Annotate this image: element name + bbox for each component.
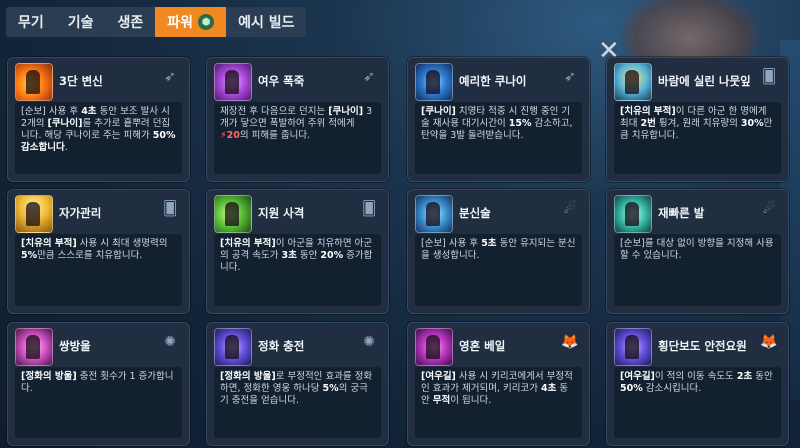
- power-description: [정화의 방울] 충전 횟수가 1 증가합니다.: [15, 367, 182, 438]
- clone-skill-icon: [415, 195, 453, 233]
- tab-power[interactable]: 파워 ⬢: [155, 7, 227, 37]
- kunai-icon: ➶: [564, 69, 576, 85]
- fox-icon: 🦊: [561, 334, 579, 350]
- twin-bells-skill-icon: [15, 328, 53, 366]
- power-title: 자가관리: [59, 206, 102, 220]
- tab-survival[interactable]: 생존: [106, 7, 156, 37]
- highlight-text: [정화의 방울]: [220, 371, 276, 382]
- dash-icon: ☄: [563, 201, 577, 217]
- highlight-text: 5%: [322, 383, 339, 394]
- highlight-text: [쿠나이]: [328, 106, 364, 117]
- crossing-guard-skill-icon: [614, 328, 652, 366]
- power-title: 3단 변신: [59, 74, 103, 88]
- power-description: [순보] 사용 후 4초 동안 보조 발사 시 2개의 [쿠나이]를 추가로 흩…: [15, 102, 182, 174]
- category-tabs: 무기 기술 생존 파워 ⬢ 예시 빌드: [6, 7, 307, 37]
- power-title: 바람에 실린 나뭇잎: [658, 74, 751, 88]
- power-description: [순보] 사용 후 5초 동안 유지되는 분신을 생성합니다.: [415, 234, 582, 306]
- power-title: 정화 충전: [258, 339, 305, 353]
- highlight-text: 3초: [281, 250, 297, 261]
- highlight-text: 2번: [640, 118, 656, 129]
- power-title: 분신술: [459, 206, 491, 220]
- tab-example-build[interactable]: 예시 빌드: [226, 7, 306, 37]
- cards-icon: 🂠: [162, 201, 178, 217]
- highlight-text: 5초: [481, 238, 497, 249]
- power-title: 쌍방울: [59, 339, 91, 353]
- power-tab-icon: ⬢: [198, 14, 215, 30]
- swirl-icon: ✺: [363, 334, 375, 350]
- highlight-text: 15%: [508, 118, 532, 129]
- highlight-text: 무적: [432, 395, 451, 406]
- power-description: [치유의 부적]이 다른 아군 한 명에게 최대 2번 튕겨, 원래 치유량의 …: [614, 102, 781, 174]
- highlight-text: 50% 감소합니다: [21, 130, 176, 153]
- cards-icon: 🂠: [761, 69, 777, 85]
- triple-transform-skill-icon: [15, 63, 53, 101]
- power-card[interactable]: 지원 사격 🂠 [치유의 부적]이 아군을 치유하면 아군의 공격 속도가 3초…: [206, 189, 389, 314]
- power-description: [치유의 부적]이 아군을 치유하면 아군의 공격 속도가 3초 동안 20% …: [214, 234, 381, 306]
- power-card[interactable]: 횡단보도 안전요원 🦊 [여우길]이 적의 이동 속도도 2초 동안 50% 감…: [606, 322, 789, 446]
- highlight-text: 30%: [740, 118, 764, 129]
- highlight-text: [여우길]: [620, 371, 655, 382]
- highlight-text: 4초: [81, 106, 97, 117]
- power-card[interactable]: 바람에 실린 나뭇잎 🂠 [치유의 부적]이 다른 아군 한 명에게 최대 2번…: [606, 57, 789, 182]
- highlight-text: [쿠나이]: [421, 106, 456, 117]
- power-card[interactable]: 분신술 ☄ [순보] 사용 후 5초 동안 유지되는 분신을 생성합니다.: [407, 189, 590, 314]
- power-description: [순보]를 대상 없이 방향을 지정해 사용할 수 있습니다.: [614, 234, 781, 306]
- power-description: [정화의 방울]로 부정적인 효과를 정화하면, 정화한 영웅 하나당 5%의 …: [214, 367, 381, 438]
- power-card[interactable]: 예리한 쿠나이 ➶ [쿠나이] 치명타 적중 시 진행 중인 기술 재사용 대기…: [407, 57, 590, 182]
- power-description: [여우길]이 적의 이동 속도도 2초 동안 50% 감소시킵니다.: [614, 367, 781, 438]
- fox-firecracker-skill-icon: [214, 63, 252, 101]
- power-description: 재장전 후 다음으로 던지는 [쿠나이] 3개가 닿으면 폭발하여 주위 적에게…: [214, 102, 381, 174]
- highlight-text: 20%: [320, 250, 344, 261]
- power-title: 재빠른 발: [658, 206, 705, 220]
- highlight-text: [정화의 방울]: [21, 371, 77, 382]
- power-title: 영혼 베일: [459, 339, 506, 353]
- power-card[interactable]: 쌍방울 ✺ [정화의 방울] 충전 횟수가 1 증가합니다.: [7, 322, 190, 446]
- kunai-icon: ➶: [363, 69, 375, 85]
- highlight-text: 50%: [620, 383, 643, 394]
- fox-icon: 🦊: [760, 334, 778, 350]
- kunai-icon: ➶: [164, 69, 176, 85]
- tab-ability[interactable]: 기술: [56, 7, 106, 37]
- highlight-text: [치유의 부적]: [21, 238, 77, 249]
- power-card[interactable]: 자가관리 🂠 [치유의 부적] 사용 시 최대 생명력의 5%만큼 스스로를 치…: [7, 189, 190, 314]
- power-card[interactable]: 재빠른 발 ☄ [순보]를 대상 없이 방향을 지정해 사용할 수 있습니다.: [606, 189, 789, 314]
- swift-feet-skill-icon: [614, 195, 652, 233]
- highlight-text: [치유의 부적]: [220, 238, 276, 249]
- dash-icon: ☄: [762, 201, 776, 217]
- damage-value: ⚡20: [220, 130, 240, 141]
- purify-charge-skill-icon: [214, 328, 252, 366]
- power-title: 횡단보도 안전요원: [658, 339, 747, 353]
- highlight-text: 5%: [21, 250, 38, 261]
- power-description: [여우길] 사용 시 키리코에게서 부정적인 효과가 제거되며, 키리코가 4초…: [415, 367, 582, 438]
- swirl-icon: ✺: [164, 334, 176, 350]
- power-title: 지원 사격: [258, 206, 305, 220]
- highlight-text: [치유의 부적]: [620, 106, 676, 117]
- power-description: [쿠나이] 치명타 적중 시 진행 중인 기술 재사용 대기시간이 15% 감소…: [415, 102, 582, 174]
- highlight-text: [쿠나이]: [47, 118, 83, 129]
- cards-icon: 🂠: [361, 201, 377, 217]
- power-description: [치유의 부적] 사용 시 최대 생명력의 5%만큼 스스로를 치유합니다.: [15, 234, 182, 306]
- power-card[interactable]: 여우 폭죽 ➶ 재장전 후 다음으로 던지는 [쿠나이] 3개가 닿으면 폭발하…: [206, 57, 389, 182]
- self-care-skill-icon: [15, 195, 53, 233]
- power-card[interactable]: 정화 충전 ✺ [정화의 방울]로 부정적인 효과를 정화하면, 정화한 영웅 …: [206, 322, 389, 446]
- highlight-text: 2초: [736, 371, 753, 382]
- support-fire-skill-icon: [214, 195, 252, 233]
- spirit-veil-skill-icon: [415, 328, 453, 366]
- highlight-text: [여우길]: [421, 371, 456, 382]
- wind-leaf-skill-icon: [614, 63, 652, 101]
- highlight-text: 4초: [540, 383, 557, 394]
- power-title: 여우 폭죽: [258, 74, 305, 88]
- tab-weapon[interactable]: 무기: [6, 7, 56, 37]
- sharp-kunai-skill-icon: [415, 63, 453, 101]
- power-title: 예리한 쿠나이: [459, 74, 527, 88]
- power-card[interactable]: 영혼 베일 🦊 [여우길] 사용 시 키리코에게서 부정적인 효과가 제거되며,…: [407, 322, 590, 446]
- power-card[interactable]: 3단 변신 ➶ [순보] 사용 후 4초 동안 보조 발사 시 2개의 [쿠나이…: [7, 57, 190, 182]
